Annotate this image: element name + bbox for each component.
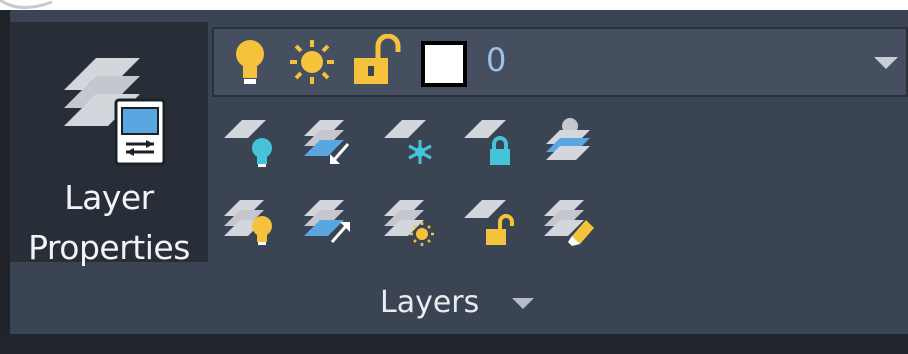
- layer-merge-icon[interactable]: [542, 196, 594, 248]
- color-swatch-icon[interactable]: [420, 40, 468, 92]
- layer-unlock-icon[interactable]: [462, 196, 514, 248]
- layer-make-current-icon[interactable]: [542, 116, 594, 168]
- layer-properties-icon: [56, 30, 166, 174]
- current-layer-name: 0: [486, 41, 507, 79]
- layer-thaw-all-icon[interactable]: [382, 196, 434, 248]
- layer-lock-icon[interactable]: [462, 116, 514, 168]
- layer-properties-button[interactable]: Layer Properties: [10, 22, 208, 267]
- sun-icon[interactable]: [288, 38, 336, 90]
- bulb-on-icon[interactable]: [232, 38, 268, 90]
- layer-properties-label-line1: Layer: [64, 178, 154, 217]
- lock-open-icon[interactable]: [352, 33, 402, 90]
- layer-freeze-icon[interactable]: [382, 116, 434, 168]
- chevron-down-icon[interactable]: [874, 56, 898, 75]
- chevron-down-icon[interactable]: [512, 295, 534, 314]
- ribbon-frame: Layer Properties 0 Layers: [0, 0, 908, 354]
- ribbon-bottom-bar: [0, 334, 908, 354]
- layer-isolate-icon[interactable]: [222, 116, 274, 168]
- layer-properties-label-line2: Properties: [28, 228, 190, 267]
- layer-turn-on-all-icon[interactable]: [222, 196, 274, 248]
- layer-match-icon[interactable]: [302, 116, 354, 168]
- layer-previous-icon[interactable]: [302, 196, 354, 248]
- layers-group-label[interactable]: Layers: [380, 283, 479, 323]
